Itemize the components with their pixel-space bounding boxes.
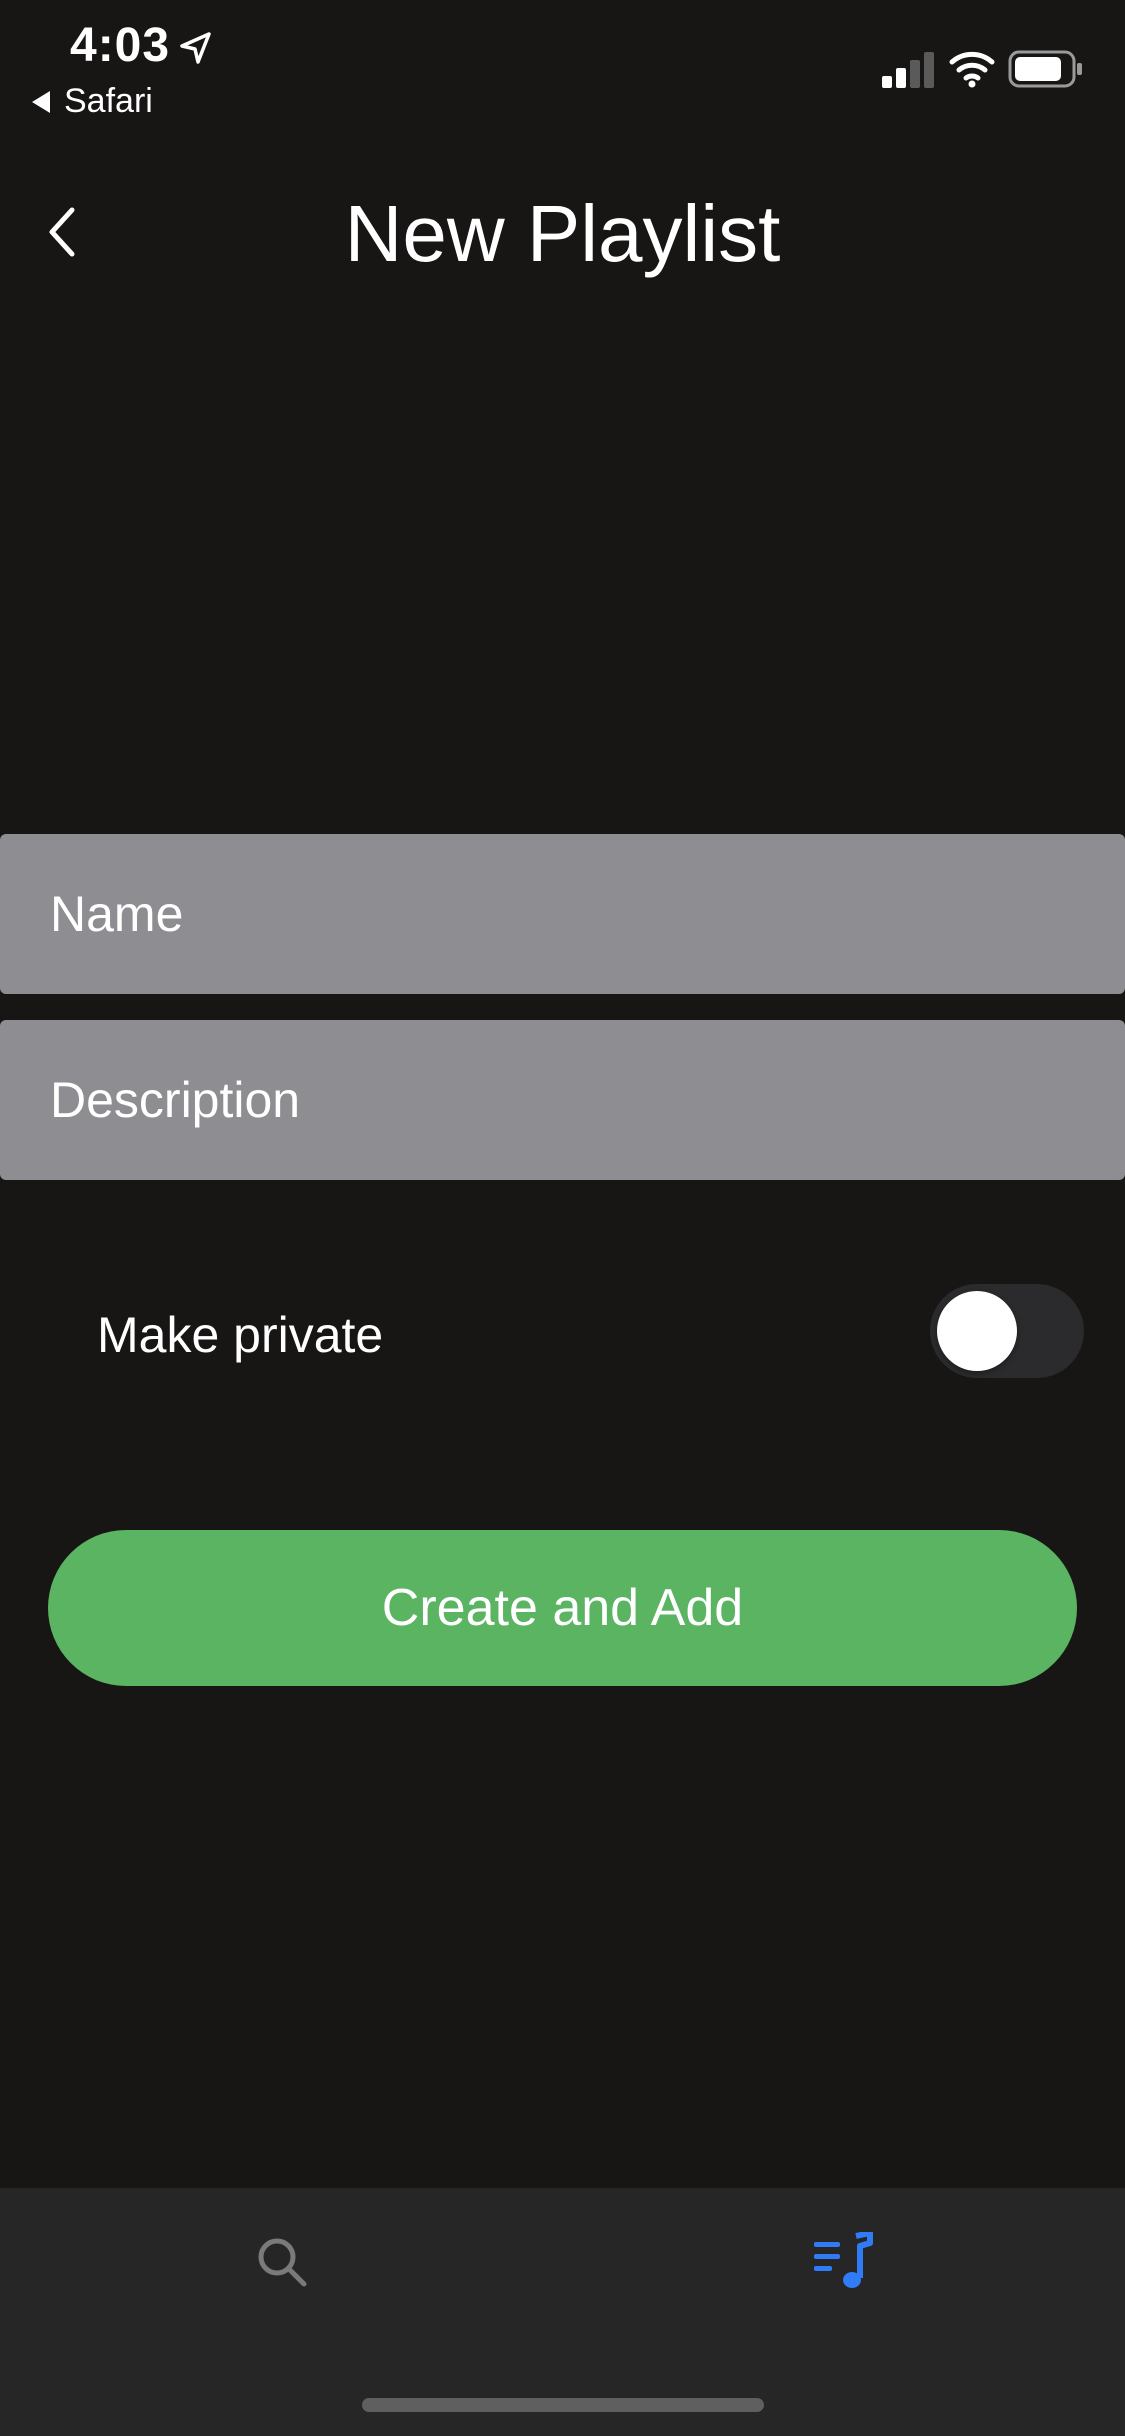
tab-search[interactable]	[222, 2214, 342, 2310]
status-time: 4:03	[70, 19, 171, 72]
create-and-add-button[interactable]: Create and Add	[48, 1530, 1077, 1686]
cellular-signal-icon	[880, 50, 936, 88]
battery-icon	[1008, 50, 1084, 88]
tab-playlists[interactable]	[784, 2214, 904, 2310]
search-icon	[258, 2238, 307, 2287]
playlist-music-icon	[814, 2232, 873, 2288]
make-private-label: Make private	[97, 1307, 384, 1363]
status-bar: 4:03 Safari	[0, 0, 1125, 130]
back-to-safari-link[interactable]: Safari	[32, 82, 153, 121]
make-private-toggle[interactable]	[930, 1284, 1084, 1378]
description-field	[0, 1020, 1125, 1180]
name-input[interactable]	[0, 834, 1125, 994]
name-field	[0, 834, 1125, 994]
back-to-app-label: Safari	[64, 82, 153, 120]
tab-bar	[0, 2188, 1125, 2436]
nav-header: New Playlist	[0, 180, 1125, 290]
description-input[interactable]	[0, 1020, 1125, 1180]
page-title: New Playlist	[344, 189, 781, 278]
home-indicator	[362, 2398, 764, 2412]
make-private-row: Make private	[0, 1280, 1125, 1384]
wifi-icon	[948, 48, 996, 88]
location-arrow-icon	[178, 30, 214, 66]
back-triangle-icon	[32, 90, 50, 113]
toggle-knob	[937, 1291, 1017, 1371]
